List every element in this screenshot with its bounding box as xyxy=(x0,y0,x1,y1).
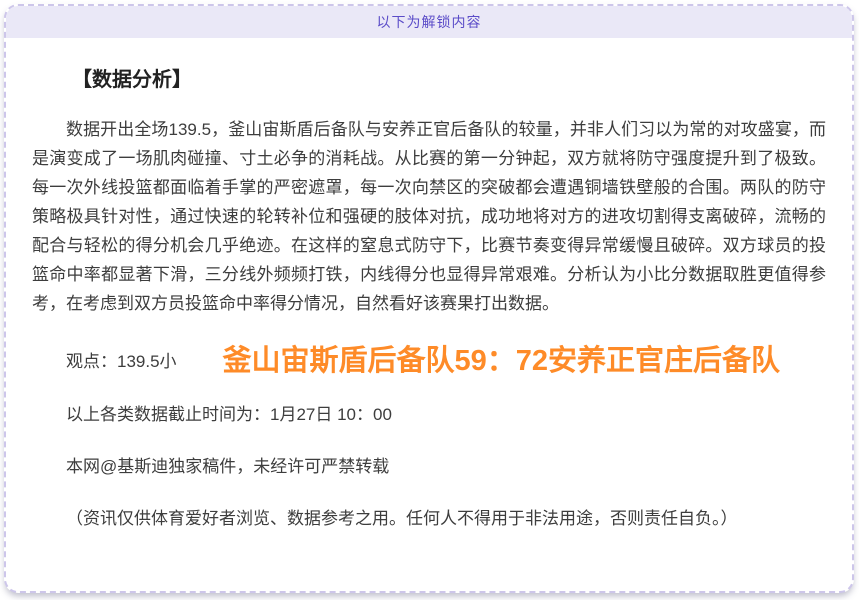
article-content: 【数据分析】 数据开出全场139.5，釜山宙斯盾后备队与安养正官后备队的较量，并… xyxy=(6,38,852,533)
analysis-paragraph: 数据开出全场139.5，釜山宙斯盾后备队与安养正官后备队的较量，并非人们习以为常… xyxy=(32,115,826,318)
unlocked-banner: 以下为解锁内容 xyxy=(6,6,852,38)
copyright-notice: 本网@基斯迪独家稿件，未经许可严禁转载 xyxy=(32,452,826,481)
unlocked-banner-text: 以下为解锁内容 xyxy=(377,12,482,32)
viewpoint-row: 观点：139.5小 釜山宙斯盾后备队59：72安养正官庄后备队 xyxy=(32,342,826,380)
score-prediction: 釜山宙斯盾后备队59：72安养正官庄后备队 xyxy=(177,342,826,380)
section-title: 【数据分析】 xyxy=(32,66,826,95)
viewpoint-label: 观点：139.5小 xyxy=(32,347,177,376)
unlocked-content-panel: 以下为解锁内容 【数据分析】 数据开出全场139.5，釜山宙斯盾后备队与安养正官… xyxy=(4,4,854,593)
disclaimer-note: （资讯仅供体育爱好者浏览、数据参考之用。任何人不得用于非法用途，否则责任自负。） xyxy=(32,504,826,533)
data-deadline: 以上各类数据截止时间为：1月27日 10：00 xyxy=(32,400,826,429)
